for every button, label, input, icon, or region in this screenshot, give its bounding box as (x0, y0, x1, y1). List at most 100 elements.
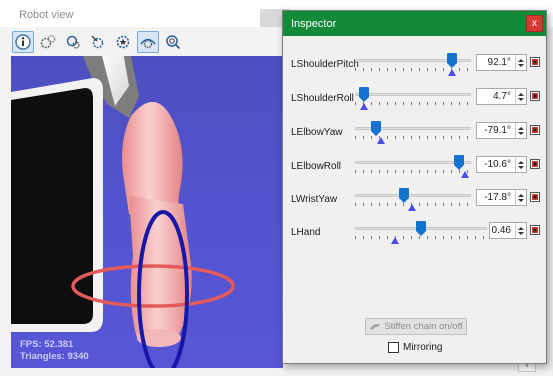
close-icon: x (532, 18, 537, 29)
gears-icon (40, 35, 56, 49)
slider-thumb[interactable] (416, 221, 426, 236)
zoom-gear-button[interactable] (162, 31, 184, 53)
robot-view-toolbar (12, 31, 184, 55)
spin-down-icon[interactable] (518, 131, 524, 135)
actual-position-marker (360, 103, 368, 110)
spin-up-icon[interactable] (518, 160, 524, 164)
spin-arrows[interactable] (515, 157, 526, 172)
joint-row-3: LElbowRoll -10.6° (283, 153, 546, 179)
spin-arrows[interactable] (515, 55, 526, 70)
joint-value-spinbox[interactable]: 4.7° (476, 88, 527, 105)
joint-lock-icon[interactable] (530, 91, 540, 101)
info-button[interactable] (12, 31, 34, 53)
joint-value: 4.7° (493, 91, 511, 102)
joint-name-label: LShoulderRoll (291, 93, 354, 104)
gear-star-button[interactable] (112, 31, 134, 53)
joint-name-label: LHand (291, 227, 321, 238)
spin-down-icon[interactable] (518, 198, 524, 202)
joint-lock-icon[interactable] (530, 57, 540, 67)
stiffen-chain-button[interactable]: Stiffen chain on/off (365, 318, 467, 335)
joint-name-label: LWristYaw (291, 194, 338, 205)
slider-thumb[interactable] (371, 121, 381, 136)
joint-value-spinbox[interactable]: -79.1° (476, 122, 527, 139)
joint-value-spinbox[interactable]: 0.46 (489, 222, 527, 239)
joint-slider[interactable] (355, 85, 471, 111)
joint-lock-icon[interactable] (530, 125, 540, 135)
spin-arrows[interactable] (515, 190, 526, 205)
joint-name-label: LElbowYaw (291, 127, 343, 138)
stiffness-icon (370, 323, 381, 330)
joint-value: -10.6° (484, 159, 511, 170)
spin-down-icon[interactable] (518, 97, 524, 101)
spin-arrows[interactable] (515, 89, 526, 104)
inspector-title: Inspector (291, 18, 337, 30)
zoom-gear-icon (166, 35, 181, 50)
mirroring-label: Mirroring (403, 342, 443, 353)
joint-slider[interactable] (355, 186, 471, 212)
info-icon (15, 34, 31, 50)
slider-ticks (355, 136, 471, 139)
joint-value-spinbox[interactable]: 92.1° (476, 54, 527, 71)
slider-ticks (355, 102, 471, 105)
spin-down-icon[interactable] (518, 63, 524, 67)
background-window-edge (547, 30, 553, 376)
magnify-gear-button[interactable] (62, 31, 84, 53)
joint-name-label: LElbowRoll (291, 161, 342, 172)
slider-thumb[interactable] (399, 188, 409, 203)
joint-slider[interactable] (355, 51, 471, 77)
joint-row-0: LShoulderPitch 92.1° (283, 51, 546, 77)
slider-groove (355, 93, 471, 96)
robot-3d-viewport[interactable]: FPS: 52.381 Triangles: 9340 (11, 56, 283, 368)
joint-slider[interactable] (355, 153, 471, 179)
joint-value: 92.1° (487, 57, 511, 68)
joint-lock-icon[interactable] (530, 225, 540, 235)
joint-value-spinbox[interactable]: -10.6° (476, 156, 527, 173)
joint-lock-icon[interactable] (530, 159, 540, 169)
camera-view-button[interactable] (137, 31, 159, 53)
fps-counter: FPS: 52.381 (20, 339, 74, 350)
spin-up-icon[interactable] (518, 92, 524, 96)
robot-arm-scene (11, 56, 235, 368)
joint-slider[interactable] (355, 219, 487, 245)
actual-position-marker (377, 137, 385, 144)
camera-eye-icon (140, 38, 156, 49)
spin-down-icon[interactable] (518, 231, 524, 235)
magnify-gear-icon (66, 35, 80, 49)
robot-view-title: Robot view (19, 9, 74, 21)
mirroring-option[interactable]: Mirroring (388, 342, 442, 353)
joint-row-5: LHand 0.46 (283, 219, 546, 245)
spin-up-icon[interactable] (518, 126, 524, 130)
joint-value: -17.8° (484, 192, 511, 203)
slider-thumb[interactable] (359, 87, 369, 102)
actual-position-marker (448, 69, 456, 76)
slider-ticks (355, 236, 487, 239)
joint-row-4: LWristYaw -17.8° (283, 186, 546, 212)
inspector-titlebar[interactable]: Inspector x (283, 11, 546, 36)
joint-name-label: LShoulderPitch (291, 59, 359, 70)
stiffen-chain-label: Stiffen chain on/off (384, 321, 463, 332)
spin-arrows[interactable] (515, 123, 526, 138)
mirroring-checkbox[interactable] (388, 342, 399, 353)
joint-slider[interactable] (355, 119, 471, 145)
slider-thumb[interactable] (447, 53, 457, 68)
spin-up-icon[interactable] (518, 58, 524, 62)
joint-value-spinbox[interactable]: -17.8° (476, 189, 527, 206)
slider-thumb[interactable] (454, 155, 464, 170)
slider-groove (355, 194, 471, 197)
actual-position-marker (461, 171, 469, 178)
spin-up-icon[interactable] (518, 226, 524, 230)
joint-value: 0.46 (491, 225, 511, 236)
torso-dark-panel (11, 88, 93, 324)
actual-position-marker (391, 237, 399, 244)
spin-arrows[interactable] (515, 223, 526, 238)
joint-row-1: LShoulderRoll 4.7° (283, 85, 546, 111)
tools-gear-button[interactable] (87, 31, 109, 53)
gears-button[interactable] (37, 31, 59, 53)
spin-up-icon[interactable] (518, 193, 524, 197)
spin-down-icon[interactable] (518, 165, 524, 169)
joint-lock-icon[interactable] (530, 192, 540, 202)
joint-value: -79.1° (484, 125, 511, 136)
close-button[interactable]: x (526, 15, 543, 32)
tools-gear-icon (91, 35, 104, 49)
actual-position-marker (408, 204, 416, 211)
